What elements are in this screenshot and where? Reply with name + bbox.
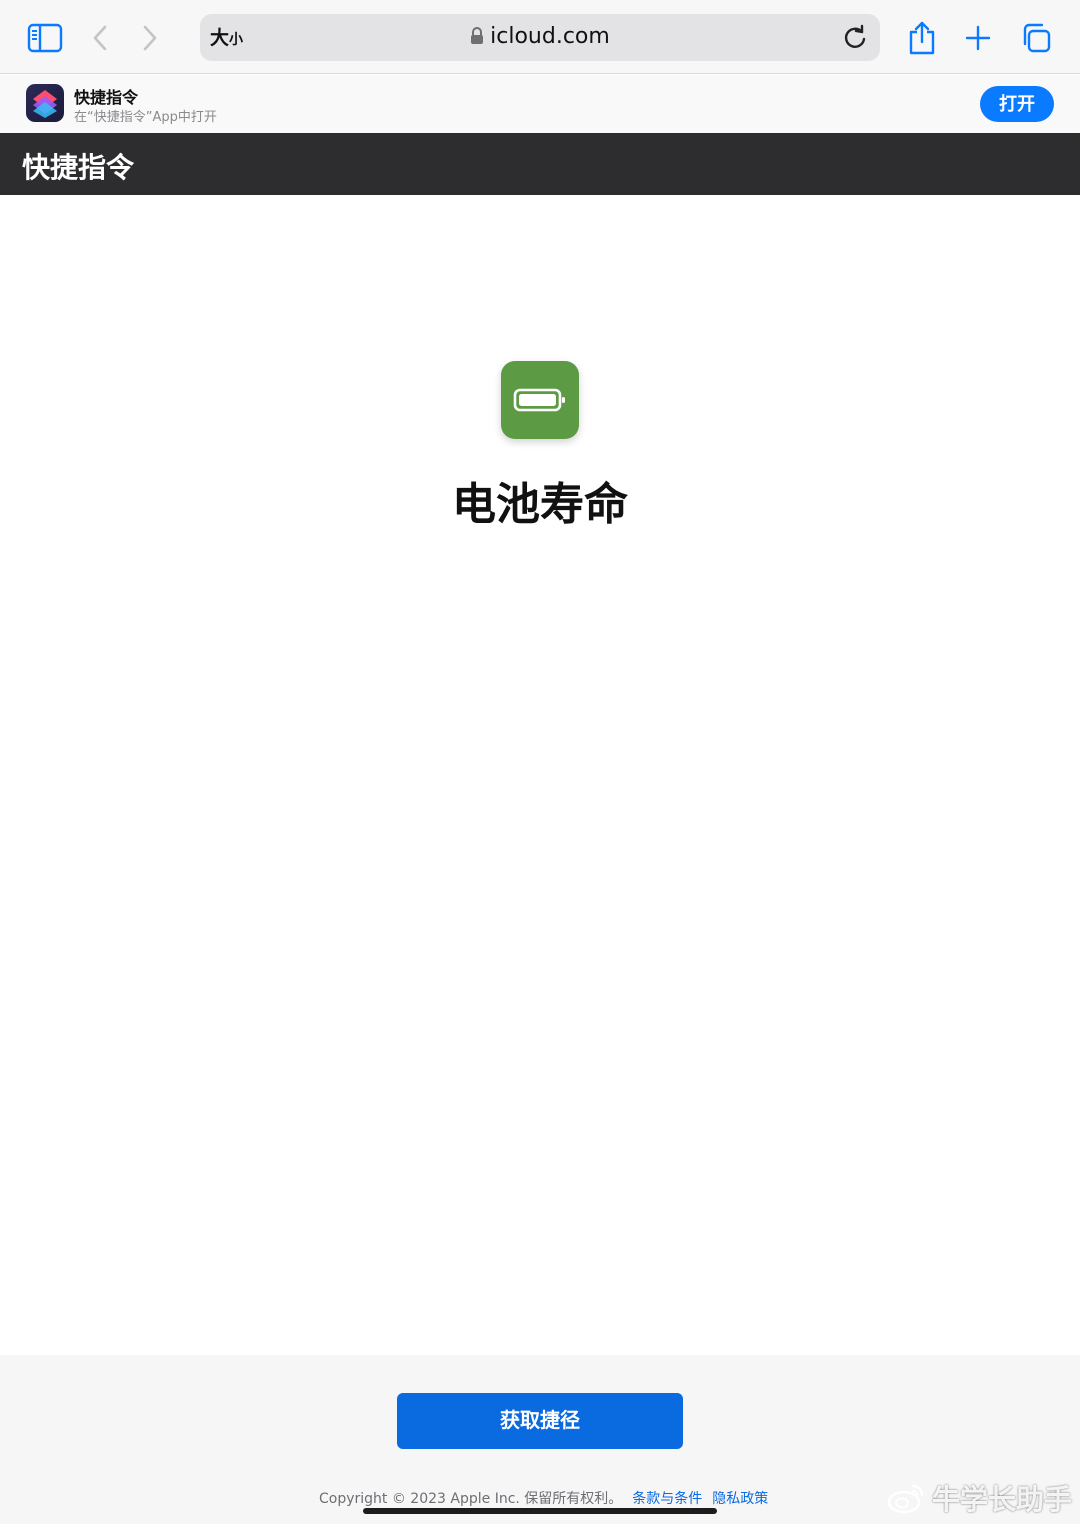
weibo-icon	[887, 1484, 924, 1514]
share-icon	[909, 21, 935, 55]
page-header: 快捷指令	[0, 133, 1080, 195]
back-button[interactable]	[76, 14, 124, 62]
app-banner-title: 快捷指令	[74, 88, 139, 107]
share-button[interactable]	[898, 14, 946, 62]
watermark-text: 牛学长助手	[931, 1483, 1072, 1516]
plus-icon	[965, 25, 991, 51]
app-banner-subtitle: 在“快捷指令”App中打开	[74, 110, 217, 125]
reload-button[interactable]	[840, 23, 870, 53]
shortcut-name: 电池寿命	[452, 479, 628, 530]
chevron-right-icon	[143, 25, 157, 51]
reload-icon	[844, 24, 866, 48]
sidebar-toggle-button[interactable]	[21, 14, 69, 62]
shortcut-icon-tile	[501, 361, 579, 439]
get-shortcut-button[interactable]: 获取捷径	[397, 1393, 683, 1449]
address-bar[interactable]: 大小 icloud.com	[200, 14, 880, 61]
tabs-overview-button[interactable]	[1012, 14, 1060, 62]
open-in-app-button[interactable]: 打开	[980, 86, 1054, 122]
terms-link[interactable]: 条款与条件	[632, 1491, 702, 1507]
home-indicator	[363, 1508, 717, 1514]
sidebar-icon	[27, 23, 63, 53]
copyright-line: Copyright © 2023 Apple Inc. 保留所有权利。 条款与条件…	[319, 1488, 768, 1508]
copyright-text: Copyright © 2023 Apple Inc. 保留所有权利。	[319, 1491, 623, 1507]
forward-button[interactable]	[126, 14, 174, 62]
privacy-link[interactable]: 隐私政策	[712, 1491, 768, 1507]
new-tab-button[interactable]	[954, 14, 1002, 62]
shortcuts-app-icon	[26, 84, 64, 122]
watermark: 牛学长助手	[886, 1478, 1072, 1518]
tabs-icon	[1023, 23, 1051, 53]
battery-icon	[513, 388, 565, 412]
lock-icon	[470, 24, 484, 54]
page-title: 快捷指令	[22, 151, 135, 184]
url-field[interactable]: icloud.com	[200, 22, 880, 54]
url-text: icloud.com	[490, 24, 610, 49]
browser-toolbar: 大小 icloud.com	[0, 0, 1080, 74]
app-banner: 快捷指令 在“快捷指令”App中打开 打开	[0, 75, 1080, 133]
chevron-left-icon	[93, 25, 107, 51]
